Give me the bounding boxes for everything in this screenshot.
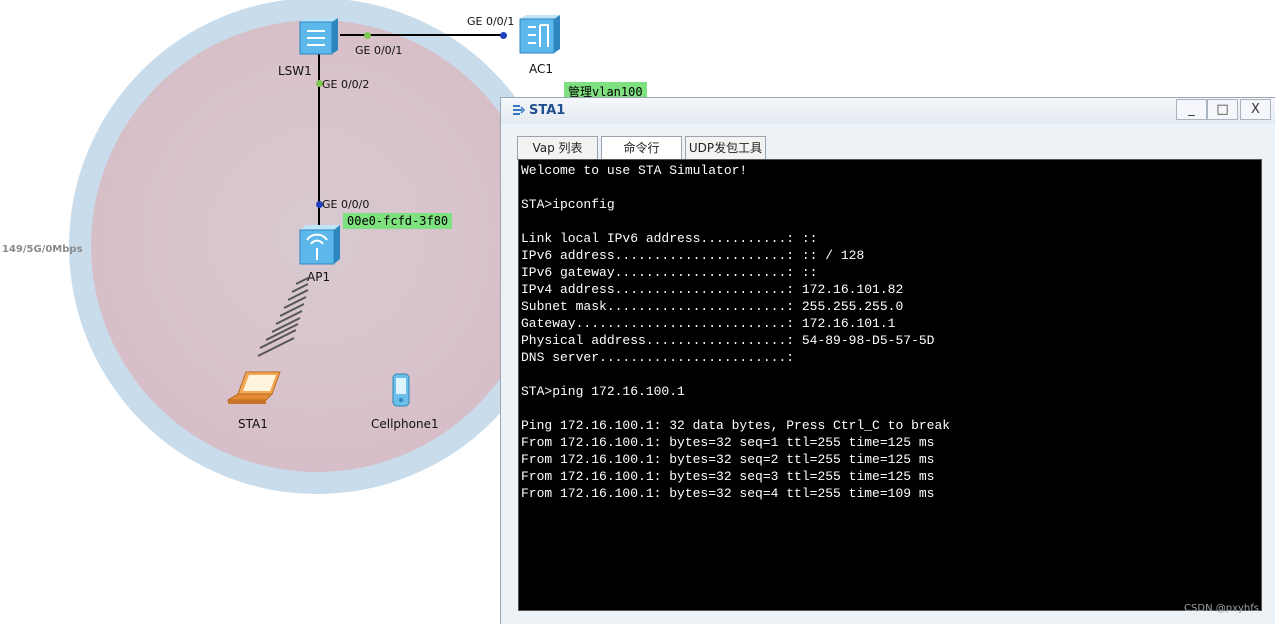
- console-line: STA>ping 172.16.100.1: [521, 384, 685, 399]
- console-line: DNS server........................:: [521, 350, 795, 365]
- sta1-window: STA1 _ □ X Vap 列表 命令行 UDP发包工具 Welcome to…: [500, 97, 1275, 624]
- window-title: STA1: [529, 103, 566, 118]
- port-label-lsw1-ge002: GE 0/0/2: [322, 78, 370, 91]
- device-label-cellphone1: Cellphone1: [371, 417, 439, 431]
- cellphone-icon[interactable]: [389, 372, 415, 410]
- tab-command-line[interactable]: 命令行: [601, 136, 682, 160]
- wireless-signal-icon: [257, 277, 309, 357]
- port-label-lsw1-ge001: GE 0/0/1: [355, 44, 403, 57]
- switch-icon[interactable]: [296, 16, 342, 56]
- console-line: From 172.16.100.1: bytes=32 seq=1 ttl=25…: [521, 435, 935, 450]
- port-dot-ac1-ge001: [500, 32, 507, 39]
- tab-vap-list[interactable]: Vap 列表: [517, 136, 598, 160]
- access-controller-icon[interactable]: [516, 13, 564, 55]
- watermark: CSDN @pxyhfs: [1184, 603, 1259, 614]
- command-console[interactable]: Welcome to use STA Simulator! STA>ipconf…: [518, 159, 1262, 611]
- maximize-button[interactable]: □: [1207, 99, 1238, 120]
- device-label-sta1: STA1: [238, 417, 268, 431]
- console-line: From 172.16.100.1: bytes=32 seq=2 ttl=25…: [521, 452, 935, 467]
- close-button[interactable]: X: [1240, 99, 1271, 120]
- console-line: IPv6 address......................: :: /…: [521, 248, 865, 263]
- ap-mac-tag: 00e0-fcfd-3f80: [343, 213, 453, 229]
- console-line: Link local IPv6 address...........: ::: [521, 231, 818, 246]
- console-line: From 172.16.100.1: bytes=32 seq=3 ttl=25…: [521, 469, 935, 484]
- console-output: Welcome to use STA Simulator! STA>ipconf…: [519, 160, 1261, 504]
- window-titlebar[interactable]: STA1 _ □ X: [501, 98, 1275, 124]
- console-line: Subnet mask.......................: 255.…: [521, 299, 904, 314]
- console-line: Gateway...........................: 172.…: [521, 316, 896, 331]
- device-label-ac1: AC1: [529, 62, 554, 76]
- console-line: Physical address..................: 54-8…: [521, 333, 935, 348]
- console-line: Welcome to use STA Simulator!: [521, 163, 748, 178]
- tab-udp-tool[interactable]: UDP发包工具: [685, 136, 766, 160]
- radio-info-label: 149/5G/0Mbps: [2, 244, 83, 255]
- console-line: STA>ipconfig: [521, 197, 615, 212]
- laptop-icon[interactable]: [226, 368, 284, 412]
- minimize-button[interactable]: _: [1176, 99, 1207, 120]
- console-line: IPv6 gateway......................: ::: [521, 265, 818, 280]
- port-label-ap1-ge000: GE 0/0/0: [322, 198, 370, 211]
- port-dot-lsw1-ge001: [364, 32, 371, 39]
- console-line: Ping 172.16.100.1: 32 data bytes, Press …: [521, 418, 951, 433]
- access-point-icon[interactable]: [296, 222, 344, 268]
- port-label-ac1-ge001: GE 0/0/1: [467, 15, 515, 28]
- sta-icon: [513, 105, 526, 115]
- console-line: IPv4 address......................: 172.…: [521, 282, 904, 297]
- console-line: From 172.16.100.1: bytes=32 seq=4 ttl=25…: [521, 486, 935, 501]
- device-label-lsw1: LSW1: [278, 64, 312, 78]
